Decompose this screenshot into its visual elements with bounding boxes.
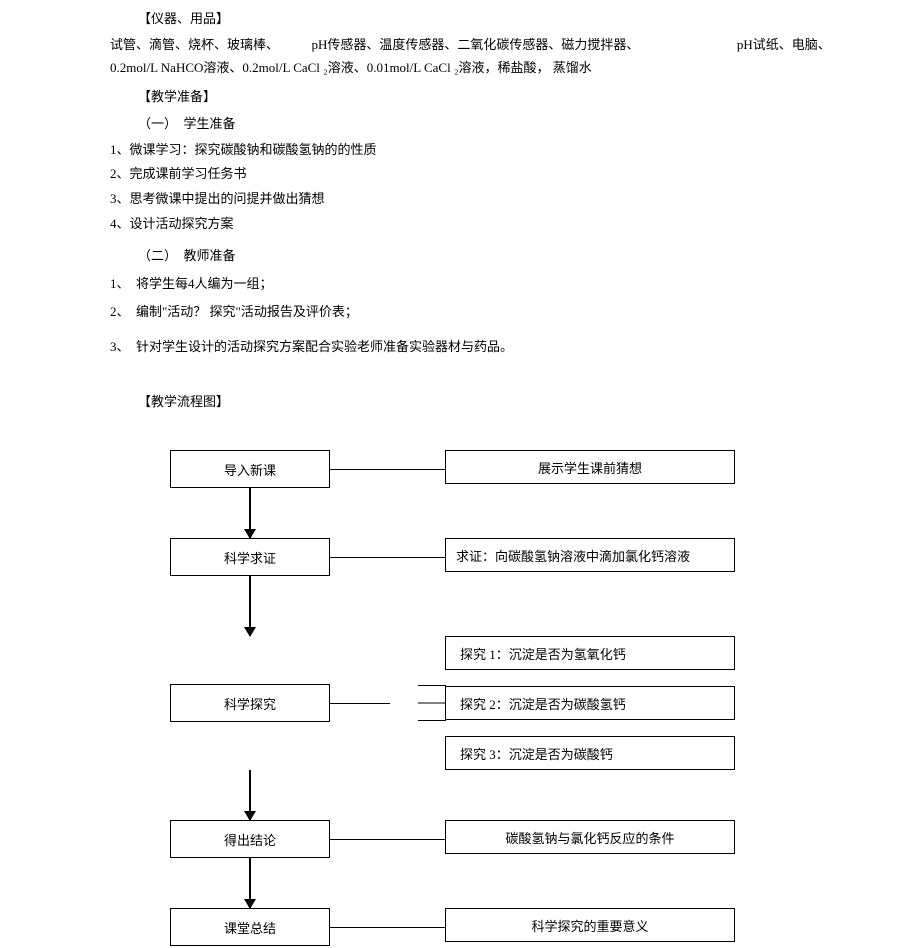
prep-sub-teacher: （二） 教师准备 [110, 245, 860, 264]
flow-row-4: 得出结论 碳酸氢钠与氯化钙反应的条件 [170, 820, 860, 858]
flow-node-conclusion: 得出结论 [170, 820, 330, 858]
connector-h [330, 927, 445, 928]
flow-node-explore-1: 探究 1：沉淀是否为氢氧化钙 [445, 636, 735, 670]
arrow-down [170, 858, 330, 908]
flow-node-explore: 科学探究 [170, 684, 330, 722]
connector-h [330, 469, 445, 470]
arrow-down [170, 576, 330, 636]
prep1-item: 3、思考微课中提出的问提并做出猜想 [110, 187, 860, 212]
flow-node-intro-detail: 展示学生课前猜想 [445, 450, 735, 484]
heading-instruments: 【仪器、用品】 [110, 8, 860, 27]
connector-h [330, 557, 445, 558]
flow-row-1: 导入新课 展示学生课前猜想 [170, 450, 860, 488]
flow-node-summary: 课堂总结 [170, 908, 330, 946]
document-body: 【仪器、用品】 试管、滴管、烧杯、玻璃棒、 pH传感器、温度传感器、二氧化碳传感… [0, 0, 920, 946]
instruments-text: 试管、滴管、烧杯、玻璃棒、 pH传感器、温度传感器、二氧化碳传感器、磁力搅拌器、… [110, 33, 860, 80]
flow-row-3: 科学探究 探究 1：沉淀是否为氢氧化钙 探究 2：沉淀是否为碳酸氢钙 探究 3：… [170, 636, 860, 770]
prep1-item: 1、微课学习：探究碳酸钠和碳酸氢钠的的性质 [110, 138, 860, 163]
connector-h [330, 839, 445, 840]
prep1-item: 4、设计活动探究方案 [110, 212, 860, 237]
flow-node-summary-detail: 科学探究的重要意义 [445, 908, 735, 942]
flow-node-explore-2: 探究 2：沉淀是否为碳酸氢钙 [445, 686, 735, 720]
heading-preparation: 【教学准备】 [110, 86, 860, 105]
flow-node-explore-3: 探究 3：沉淀是否为碳酸钙 [445, 736, 735, 770]
connector-h [330, 703, 390, 704]
prep-sub-student: （一） 学生准备 [110, 113, 860, 132]
prep2-item: 2、 编制"活动？ 探究"活动报告及评价表； [110, 298, 860, 327]
heading-flow: 【教学流程图】 [110, 391, 860, 410]
flow-node-verify-detail: 求证：向碳酸氢钠溶液中滴加氯化钙溶液 [445, 538, 735, 572]
flow-row-2: 科学求证 求证：向碳酸氢钠溶液中滴加氯化钙溶液 [170, 538, 860, 576]
arrow-down [170, 770, 330, 820]
flow-node-intro: 导入新课 [170, 450, 330, 488]
prep2-item: 1、 将学生每4人编为一组； [110, 270, 860, 299]
prep1-item: 2、完成课前学习任务书 [110, 162, 860, 187]
explore-options: 探究 1：沉淀是否为氢氧化钙 探究 2：沉淀是否为碳酸氢钙 探究 3：沉淀是否为… [445, 636, 735, 770]
prep2-item: 3、 针对学生设计的活动探究方案配合实验老师准备实验器材与药品。 [110, 333, 860, 362]
flow-node-conclusion-detail: 碳酸氢钠与氯化钙反应的条件 [445, 820, 735, 854]
flow-node-verify: 科学求证 [170, 538, 330, 576]
arrow-down [170, 488, 330, 538]
flow-row-5: 课堂总结 科学探究的重要意义 [170, 908, 860, 946]
flowchart: 导入新课 展示学生课前猜想 科学求证 求证：向碳酸氢钠溶液中滴加氯化钙溶液 科学… [110, 440, 860, 946]
